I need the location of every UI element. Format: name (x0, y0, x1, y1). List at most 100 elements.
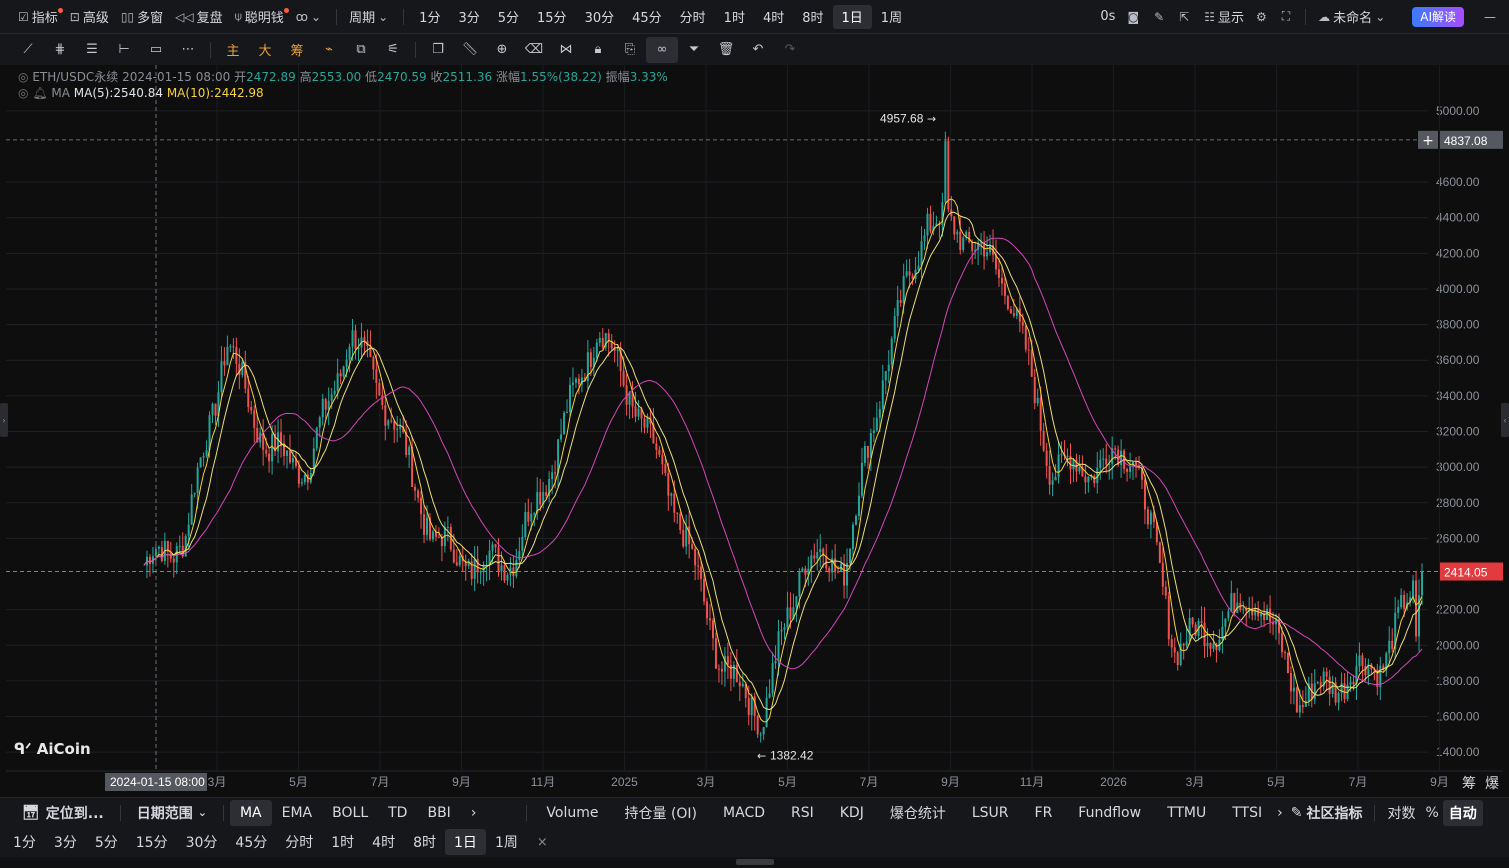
chevron-right-icon[interactable]: › (1275, 800, 1285, 826)
main-indicator-tab-0[interactable]: MA (229, 799, 272, 826)
sub-indicator-tab-1[interactable]: 持仓量 (OI) (612, 800, 711, 826)
layers-icon[interactable]: ⧉ (345, 37, 377, 63)
period-tab-2[interactable]: 5分 (489, 5, 528, 29)
period-bar-tab-8[interactable]: 4时 (363, 829, 404, 855)
sub-indicator-tab-2[interactable]: MACD (710, 800, 778, 826)
template-icon[interactable]: ⎘ (614, 37, 646, 63)
smart-money-button[interactable]: ⍦ 聪明钱 (229, 5, 290, 29)
rectangle-tool-icon[interactable]: ▭ (140, 37, 172, 63)
period-tab-0[interactable]: 1分 (410, 5, 449, 29)
sub-indicator-tab-9[interactable]: TTMU (1154, 800, 1219, 826)
period-tab-6[interactable]: 分时 (671, 5, 715, 29)
redo-icon[interactable]: ↷ (774, 37, 806, 63)
undo-icon[interactable]: ↶ (742, 37, 774, 63)
horizontal-lines-tool-icon[interactable]: ☰ (76, 37, 108, 63)
candle-body (476, 558, 479, 573)
link-button[interactable]: ꝏ ⌄ (290, 5, 330, 29)
share-button[interactable]: ⇱ (1173, 5, 1198, 29)
display-button[interactable]: ☷ 显示 (1198, 5, 1250, 29)
drag-handle[interactable] (736, 859, 774, 865)
screenshot-button[interactable]: ◙ (1121, 5, 1148, 29)
edit-button[interactable]: ✎ (1148, 5, 1173, 29)
period-tab-10[interactable]: 1日 (832, 4, 872, 29)
copy-icon[interactable]: ❐ (422, 37, 454, 63)
price-tick-11: 2600.00 (1436, 531, 1480, 545)
parallel-tool-icon[interactable]: ⋕ (44, 37, 76, 63)
period-bar-tab-2[interactable]: 5分 (86, 829, 127, 855)
period-bar-tab-5[interactable]: 45分 (226, 829, 276, 855)
fullscreen-button[interactable]: ⛶ (1276, 5, 1299, 29)
left-panel-handle[interactable]: › (0, 403, 8, 437)
period-tab-5[interactable]: 45分 (623, 5, 671, 29)
collapse-button[interactable]: — (1478, 5, 1505, 29)
period-tab-3[interactable]: 15分 (528, 5, 576, 29)
period-bar-tab-0[interactable]: 1分 (4, 829, 45, 855)
filter-icon[interactable]: ⏷ (678, 37, 710, 63)
link-drawing-icon[interactable]: ∞ (646, 36, 678, 63)
chart-area[interactable]: 5000.00 4600.00 4400.00 4200.00 4000.00 3800.… (6, 65, 1503, 796)
main-indicator-tab-4[interactable]: BBI (417, 800, 460, 826)
locate-button[interactable]: 📅︎ 定位到... (12, 800, 114, 826)
main-indicator-tab-1[interactable]: EMA (272, 800, 323, 826)
ai-interpret-button[interactable]: AI解读 (1412, 6, 1464, 27)
eye-icon[interactable]: ◎ (18, 70, 28, 84)
sub-indicator-tab-6[interactable]: LSUR (959, 800, 1022, 826)
trash-icon[interactable]: 🗑︎ (710, 37, 742, 63)
magnet-icon[interactable]: ⋈ (550, 37, 582, 63)
period-tab-9[interactable]: 8时 (793, 5, 832, 29)
period-menu-button[interactable]: 周期 ⌄ (343, 5, 397, 29)
main-indicator-tab-3[interactable]: TD (378, 800, 417, 826)
multi-window-button[interactable]: ▯▯ 多窗 (115, 5, 169, 29)
sub-indicator-tab-10[interactable]: TTSI (1219, 800, 1275, 826)
period-bar-tab-6[interactable]: 分时 (276, 829, 322, 855)
indicator-button[interactable]: ☑ 指标 (12, 5, 64, 29)
close-icon[interactable]: × (527, 829, 558, 855)
lock-icon[interactable]: 🔒︎ (582, 37, 614, 63)
period-tab-7[interactable]: 1时 (715, 5, 754, 29)
period-bar-tab-9[interactable]: 8时 (404, 829, 445, 855)
sub-indicator-tab-5[interactable]: 爆仓统计 (877, 800, 959, 826)
brush-icon[interactable]: ⚟ (377, 37, 409, 63)
main-chart-button[interactable]: 主 (217, 37, 249, 63)
advanced-button[interactable]: ⊡ 高级 (64, 5, 115, 29)
eraser-icon[interactable]: ⌫ (518, 37, 550, 63)
replay-button[interactable]: ◁◁ 复盘 (169, 5, 228, 29)
period-bar-tab-4[interactable]: 30分 (177, 829, 227, 855)
period-bar-tab-7[interactable]: 1时 (322, 829, 363, 855)
period-tab-4[interactable]: 30分 (576, 5, 624, 29)
period-bar-tab-3[interactable]: 15分 (127, 829, 177, 855)
settings-button[interactable]: ⚙ (1250, 5, 1276, 29)
period-tab-8[interactable]: 4时 (754, 5, 793, 29)
horizontal-ray-tool-icon[interactable]: ⊢ (108, 37, 140, 63)
period-tab-1[interactable]: 3分 (449, 5, 488, 29)
eye-icon[interactable]: ◎ (18, 86, 28, 100)
sub-indicator-tab-3[interactable]: RSI (778, 800, 827, 826)
percent-scale-button[interactable]: % (1421, 800, 1442, 826)
more-tools-icon[interactable]: ⋯ (172, 37, 204, 63)
sub-indicator-tab-4[interactable]: KDJ (827, 800, 877, 826)
auto-scale-button[interactable]: 自动 (1442, 799, 1483, 826)
account-button[interactable]: ☁ 未命名 ⌄ (1312, 5, 1394, 29)
main-indicator-tab-2[interactable]: BOLL (322, 800, 378, 826)
period-bar-tab-1[interactable]: 3分 (45, 829, 86, 855)
sub-indicator-tab-0[interactable]: Volume (533, 800, 611, 826)
period-bar-tab-10[interactable]: 1日 (445, 829, 486, 855)
signal-icon[interactable]: ⌁ (313, 37, 345, 63)
chevron-right-icon[interactable]: › (461, 800, 487, 826)
chips-button[interactable]: 筹 (281, 37, 313, 63)
bell-icon[interactable]: 🔔︎ (32, 86, 47, 100)
big-order-button[interactable]: 大 (249, 37, 281, 63)
sub-indicator-tab-8[interactable]: Fundflow (1065, 800, 1154, 826)
period-tab-11[interactable]: 1周 (872, 5, 911, 29)
period-bar-tab-11[interactable]: 1周 (486, 829, 527, 855)
right-panel-handle[interactable]: ‹ (1501, 403, 1509, 437)
date-range-button[interactable]: 日期范围 ⌄ (127, 800, 217, 826)
price-chart[interactable]: 5000.00 4600.00 4400.00 4200.00 4000.00 3800.… (6, 65, 1503, 796)
trendline-tool-icon[interactable]: ⟋ (12, 37, 44, 63)
zoom-in-icon[interactable]: ⊕ (486, 37, 518, 63)
ruler-icon[interactable]: 📏︎ (454, 37, 486, 63)
candle-body (196, 467, 199, 493)
community-indicators-button[interactable]: ✎ 社区指标 (1285, 800, 1369, 826)
sub-indicator-tab-7[interactable]: FR (1022, 800, 1066, 826)
log-scale-button[interactable]: 对数 (1381, 800, 1421, 826)
